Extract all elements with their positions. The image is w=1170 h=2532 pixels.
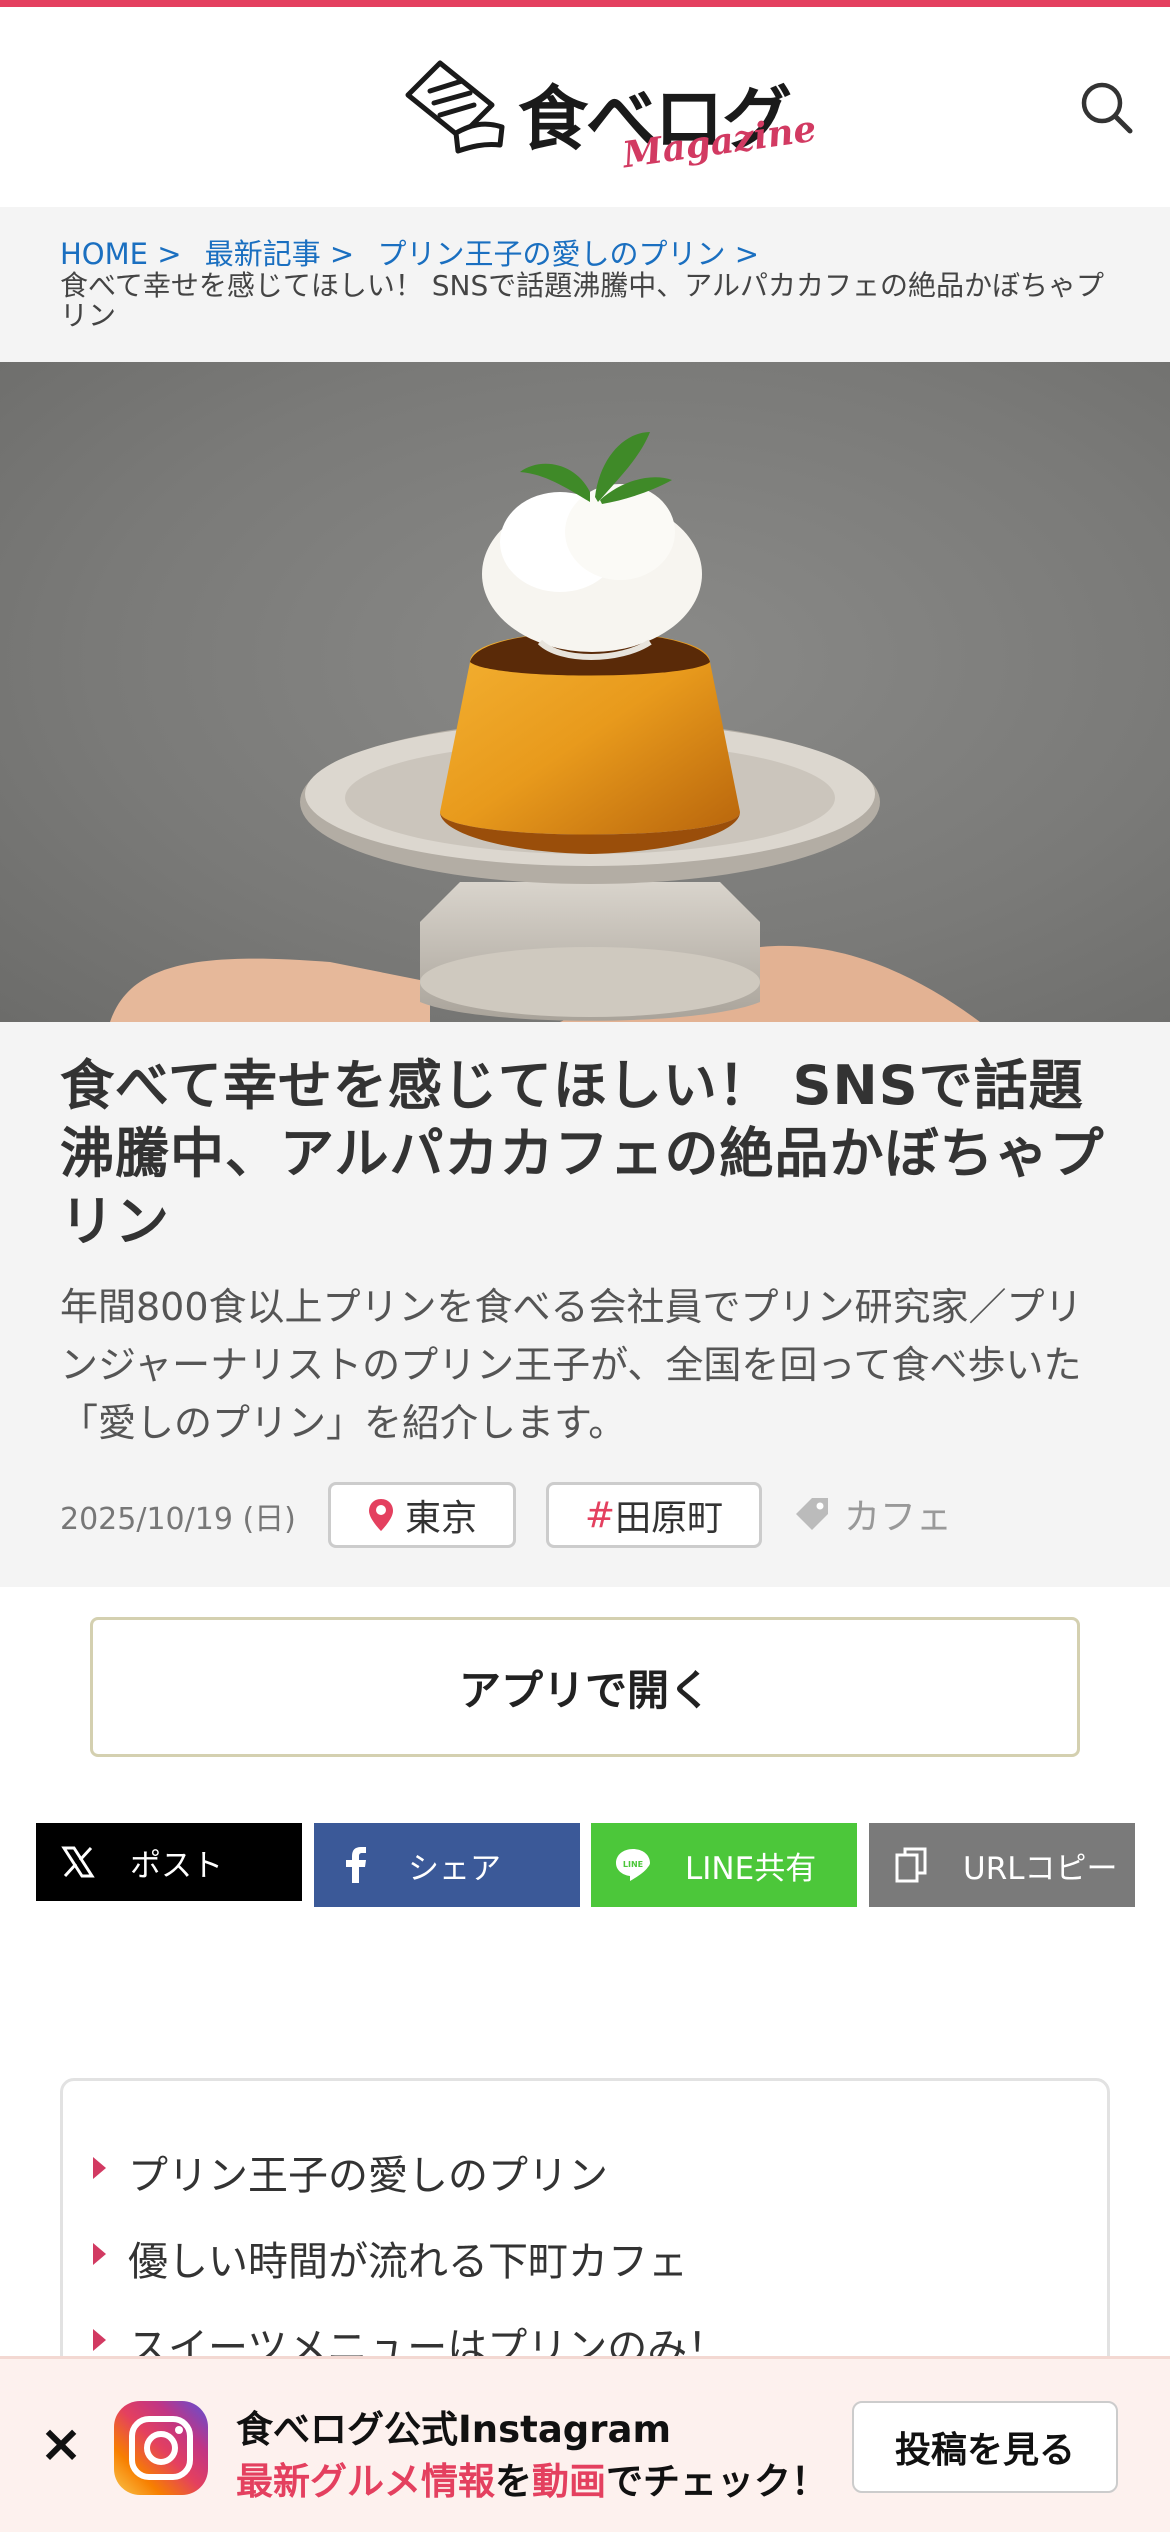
banner-subtitle: 最新グルメ情報を動画でチェック！ [236, 2451, 828, 2505]
toc-item-label: プリン王子の愛しのプリン [128, 2153, 608, 2199]
caret-right-icon [93, 2243, 106, 2265]
site-logo[interactable]: 食べログ Magazine [400, 47, 819, 177]
hero-image [0, 362, 1170, 1022]
caret-right-icon [93, 2157, 106, 2179]
tag-label: 田原町 [615, 1498, 724, 1539]
article-meta: 2025/10/19 (日) 東京 # 田原町 カフェ [60, 1482, 1120, 1550]
svg-text:LINE: LINE [623, 1860, 643, 1869]
breadcrumb: HOME > 最新記事 > プリン王子の愛しのプリン > 食べて幸せを感じてほし… [0, 207, 1170, 362]
article-header: 食べて幸せを感じてほしい！ SNSで話題沸騰中、アルパカカフェの絶品かぼちゃプリ… [0, 1022, 1170, 1587]
share-line-button[interactable]: LINE LINE共有 [591, 1823, 857, 1907]
x-logo-icon [58, 1842, 98, 1882]
top-accent-bar [0, 0, 1170, 7]
hash-icon: # [584, 1494, 616, 1536]
facebook-icon [336, 1845, 376, 1885]
article-lead: 年間800食以上プリンを食べる会社員でプリン研究家／プリンジャーナリストのプリン… [60, 1285, 1083, 1445]
close-icon[interactable]: × [36, 2418, 86, 2470]
publish-date: 2025/10/19 (日) [60, 1502, 296, 1537]
open-in-app-button[interactable]: アプリで開く [90, 1617, 1080, 1757]
area-chip[interactable]: 東京 [328, 1482, 516, 1548]
instagram-banner: × 食べログ公式Instagram 最新グルメ情報を動画でチェック！ 投稿を見る [0, 2356, 1170, 2532]
share-line-label: LINE共有 [685, 1850, 817, 1887]
share-facebook-label: シェア [408, 1850, 501, 1887]
banner-sub-highlight-2: 動画 [532, 2460, 606, 2503]
banner-sub-highlight-1: 最新グルメ情報 [236, 2460, 495, 2503]
line-icon: LINE [613, 1845, 653, 1885]
share-facebook-button[interactable]: シェア [314, 1823, 580, 1907]
pudding-photo [110, 432, 980, 1022]
copy-url-label: URLコピー [963, 1850, 1118, 1887]
breadcrumb-series[interactable]: プリン王子の愛しのプリン > [377, 237, 759, 271]
area-label: 東京 [404, 1498, 477, 1539]
tag-icon [796, 1498, 828, 1530]
breadcrumb-home[interactable]: HOME > [60, 237, 182, 271]
toc-item[interactable]: 優しい時間が流れる下町カフェ [93, 2229, 1107, 2315]
tag-chip[interactable]: # 田原町 [546, 1482, 762, 1548]
copy-url-button[interactable]: URLコピー [869, 1823, 1135, 1907]
instagram-icon[interactable] [114, 2401, 208, 2495]
map-pin-icon [368, 1499, 393, 1531]
view-posts-button[interactable]: 投稿を見る [852, 2401, 1118, 2493]
share-x-label: ポスト [130, 1847, 223, 1884]
copy-icon [891, 1845, 931, 1885]
category-label: カフェ [844, 1497, 953, 1538]
toc-item-label: 優しい時間が流れる下町カフェ [128, 2239, 688, 2285]
category[interactable]: カフェ [792, 1488, 952, 1540]
logo-mark-icon [405, 60, 505, 154]
breadcrumb-links: HOME > 最新記事 > プリン王子の愛しのプリン > [60, 237, 1110, 271]
toc-item[interactable]: プリン王子の愛しのプリン [93, 2143, 1107, 2229]
banner-sub-text-1: を [495, 2460, 532, 2503]
breadcrumb-latest[interactable]: 最新記事 > [205, 237, 355, 271]
breadcrumb-current: 食べて幸せを感じてほしい！ SNSで話題沸騰中、アルパカカフェの絶品かぼちゃプリ… [60, 269, 1104, 332]
banner-title: 食べログ公式Instagram [236, 2408, 672, 2451]
search-icon[interactable] [1078, 79, 1134, 135]
site-header: 食べログ Magazine [0, 7, 1170, 207]
share-x-button[interactable]: ポスト [36, 1823, 302, 1901]
article-title: 食べて幸せを感じてほしい！ SNSで話題沸騰中、アルパカカフェの絶品かぼちゃプリ… [60, 1054, 1105, 1253]
share-buttons: ポスト シェア LINE LINE共有 URLコピー [36, 1823, 1135, 1907]
banner-sub-text-2: でチェック！ [606, 2460, 828, 2503]
caret-right-icon [93, 2329, 106, 2351]
